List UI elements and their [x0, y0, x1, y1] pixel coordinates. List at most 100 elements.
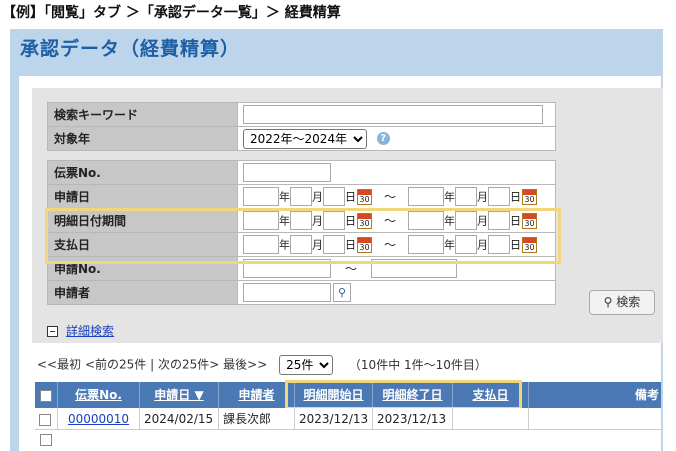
unit-day: 日: [510, 238, 521, 252]
header-detail-end[interactable]: 明細終了日: [373, 382, 453, 408]
payment-date-label: 支払日: [47, 232, 238, 257]
pager-next[interactable]: 次の25件>: [158, 358, 219, 372]
detail-search-toggle[interactable]: 詳細検索: [47, 322, 114, 339]
unit-day: 日: [345, 190, 356, 204]
payment-date-cell: [453, 408, 529, 430]
applicant-search-icon[interactable]: ⚲: [333, 283, 351, 302]
header-detail-start[interactable]: 明細開始日: [295, 382, 373, 408]
calendar-icon[interactable]: 30: [522, 212, 537, 229]
unit-year: 年: [279, 190, 290, 204]
calendar-icon[interactable]: 30: [357, 212, 372, 229]
apply-from-year-input[interactable]: [243, 187, 279, 206]
select-all-checkbox[interactable]: [40, 389, 52, 402]
table-row: [35, 430, 661, 451]
calendar-day: 30: [524, 194, 535, 204]
header-slip-no[interactable]: 伝票No.: [58, 382, 140, 408]
range-separator: ～: [383, 214, 396, 228]
help-icon[interactable]: ?: [376, 132, 390, 145]
year-row: 対象年 2022年～2024年 ?: [47, 126, 556, 151]
detail-to-day-input[interactable]: [488, 211, 510, 230]
row-select-cell: [35, 408, 58, 430]
apply-date-cell: 2024/02/15: [140, 408, 219, 430]
result-count: （10件中 1件～10件目）: [348, 357, 487, 372]
search-button[interactable]: ⚲ 検索: [589, 290, 655, 315]
unit-year: 年: [279, 238, 290, 252]
payment-to-month-input[interactable]: [455, 235, 477, 254]
detail-search-link[interactable]: 詳細検索: [66, 324, 114, 338]
unit-month: 月: [477, 190, 488, 204]
select-all-cell: [35, 382, 58, 408]
page-caption: 【例】「閲覧」タブ ＞「承認データ一覧」＞ 経費精算: [2, 5, 341, 21]
row-checkbox[interactable]: [40, 434, 52, 446]
page-title: 承認データ（経費精算）: [20, 38, 241, 60]
pager-first[interactable]: <<最初: [37, 358, 81, 372]
apply-date-label: 申請日: [47, 184, 238, 209]
range-separator: ～: [383, 190, 396, 204]
table-row: 00000010 2024/02/15 課長次郎 2023/12/13 2023…: [35, 408, 661, 430]
calendar-icon[interactable]: 30: [522, 236, 537, 253]
payment-to-year-input[interactable]: [408, 235, 444, 254]
search-panel: 検索キーワード 対象年 2022年～2024年 ? 伝票No. 申請日 年 月 …: [32, 88, 663, 343]
detail-to-year-input[interactable]: [408, 211, 444, 230]
header-payment-date[interactable]: 支払日: [453, 382, 529, 408]
detail-from-year-input[interactable]: [243, 211, 279, 230]
unit-month: 月: [312, 214, 323, 228]
grid-header: 伝票No. 申請日 ▼ 申請者 明細開始日 明細終了日 支払日 備考: [35, 382, 661, 408]
row-checkbox[interactable]: [39, 413, 51, 426]
slip-no-row: 伝票No.: [47, 160, 556, 185]
payment-from-year-input[interactable]: [243, 235, 279, 254]
unit-day: 日: [510, 190, 521, 204]
payment-from-month-input[interactable]: [290, 235, 312, 254]
applicant-input[interactable]: [243, 283, 331, 302]
unit-month: 月: [477, 214, 488, 228]
unit-day: 日: [345, 214, 356, 228]
collapse-icon[interactable]: [47, 326, 58, 337]
apply-to-month-input[interactable]: [455, 187, 477, 206]
detail-to-month-input[interactable]: [455, 211, 477, 230]
unit-day: 日: [510, 214, 521, 228]
page-size-select[interactable]: 25件: [279, 355, 334, 375]
calendar-day: 30: [359, 194, 370, 204]
range-separator: ～: [383, 238, 396, 252]
payment-to-day-input[interactable]: [488, 235, 510, 254]
payment-from-day-input[interactable]: [323, 235, 345, 254]
search-form-main: 伝票No. 申請日 年月日 30 ～年月日 30 明細日付期間 年月日 30 ～年月日 30: [47, 160, 556, 305]
pager-last[interactable]: 最後>>: [223, 358, 267, 372]
calendar-icon[interactable]: 30: [357, 236, 372, 253]
calendar-icon[interactable]: 30: [522, 188, 537, 205]
pager-prev[interactable]: <前の25件: [85, 358, 146, 372]
detail-date-label: 明細日付期間: [47, 208, 238, 233]
unit-month: 月: [477, 238, 488, 252]
keyword-input[interactable]: [243, 105, 543, 124]
apply-no-from-input[interactable]: [243, 259, 331, 278]
detail-from-month-input[interactable]: [290, 211, 312, 230]
search-form-top: 検索キーワード 対象年 2022年～2024年 ?: [47, 102, 556, 151]
apply-to-year-input[interactable]: [408, 187, 444, 206]
search-icon: ⚲: [603, 295, 613, 309]
apply-from-month-input[interactable]: [290, 187, 312, 206]
detail-start-cell: 2023/12/13: [295, 408, 373, 430]
header-applicant[interactable]: 申請者: [219, 382, 295, 408]
pager-separator: |: [150, 357, 155, 372]
apply-no-label: 申請No.: [47, 256, 238, 281]
applicant-label: 申請者: [47, 280, 238, 305]
calendar-day: 30: [524, 218, 535, 228]
slip-no-input[interactable]: [243, 163, 331, 182]
calendar-icon[interactable]: 30: [357, 188, 372, 205]
unit-month: 月: [312, 190, 323, 204]
apply-from-day-input[interactable]: [323, 187, 345, 206]
applicant-row: 申請者 ⚲: [47, 280, 556, 305]
year-select[interactable]: 2022年～2024年: [243, 128, 367, 149]
detail-date-row: 明細日付期間 年月日 30 ～年月日 30: [47, 208, 556, 233]
keyword-label: 検索キーワード: [47, 102, 238, 127]
main-content: 検索キーワード 対象年 2022年～2024年 ? 伝票No. 申請日 年 月 …: [19, 76, 663, 451]
detail-from-day-input[interactable]: [323, 211, 345, 230]
calendar-day: 30: [359, 242, 370, 252]
header-apply-date[interactable]: 申請日 ▼: [140, 382, 219, 408]
apply-to-day-input[interactable]: [488, 187, 510, 206]
app-window: 承認データ（経費精算） 検索キーワード 対象年 2022年～2024年 ? 伝票…: [10, 29, 663, 451]
apply-no-to-input[interactable]: [371, 259, 457, 278]
payment-date-row: 支払日 年月日 30 ～年月日 30: [47, 232, 556, 257]
unit-day: 日: [345, 238, 356, 252]
slip-no-link[interactable]: 00000010: [58, 408, 140, 430]
